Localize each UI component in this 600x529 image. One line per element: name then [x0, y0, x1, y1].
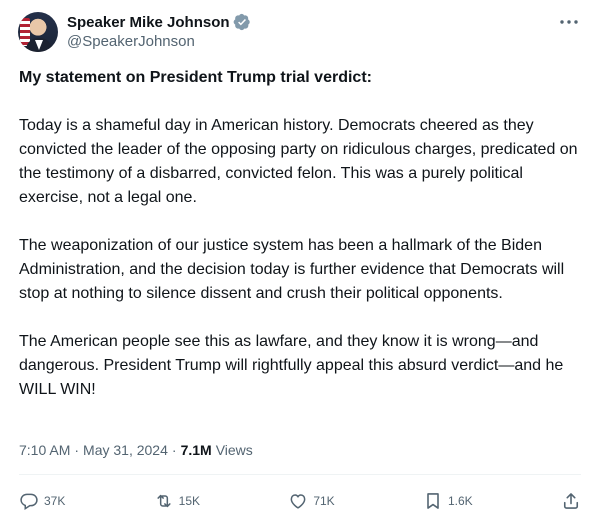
- tweet-header: Speaker Mike Johnson @SpeakerJohnson: [18, 10, 582, 54]
- tweet-time[interactable]: 7:10 AM: [19, 442, 70, 458]
- author-names: Speaker Mike Johnson @SpeakerJohnson: [67, 12, 251, 50]
- bookmark-button[interactable]: 1.6K: [423, 491, 473, 511]
- verified-badge-icon[interactable]: [233, 13, 251, 31]
- meta-separator: ·: [74, 442, 80, 458]
- reply-button[interactable]: 37K: [19, 491, 65, 511]
- tweet-meta: 7:10 AM · May 31, 2024 · 7.1M Views: [19, 440, 253, 460]
- repost-count: 15K: [178, 494, 201, 508]
- heart-icon: [290, 494, 306, 509]
- reply-icon: [20, 493, 38, 511]
- tweet-date[interactable]: May 31, 2024: [83, 442, 168, 458]
- action-bar: 37K 15K 71K 1.6K: [19, 487, 581, 515]
- meta-separator: ·: [171, 442, 177, 458]
- display-name[interactable]: Speaker Mike Johnson: [67, 14, 230, 31]
- divider: [19, 474, 581, 475]
- repost-button[interactable]: 15K: [154, 491, 200, 511]
- avatar[interactable]: [18, 12, 58, 52]
- tweet-content: My statement on President Trump trial ve…: [19, 66, 585, 402]
- author-handle[interactable]: @SpeakerJohnson: [67, 33, 251, 50]
- tweet-card: Speaker Mike Johnson @SpeakerJohnson My …: [0, 0, 600, 529]
- more-dots-icon[interactable]: [556, 12, 582, 32]
- tweet-title: My statement on President Trump trial ve…: [19, 69, 372, 86]
- share-icon: [563, 493, 578, 509]
- bookmark-icon: [427, 493, 439, 509]
- views-label: Views: [215, 442, 253, 458]
- reply-count: 37K: [44, 494, 66, 508]
- share-button[interactable]: [561, 491, 581, 511]
- tweet-paragraph-1: Today is a shameful day in American hist…: [19, 117, 578, 206]
- bookmark-count: 1.6K: [447, 494, 473, 508]
- repost-icon: [157, 494, 171, 508]
- like-count: 71K: [313, 494, 335, 508]
- tweet-paragraph-3: The American people see this as lawfare,…: [19, 333, 564, 398]
- display-name-row: Speaker Mike Johnson: [67, 12, 251, 32]
- views-count[interactable]: 7.1M: [181, 442, 212, 458]
- like-button[interactable]: 71K: [288, 491, 335, 511]
- tweet-paragraph-2: The weaponization of our justice system …: [19, 237, 565, 302]
